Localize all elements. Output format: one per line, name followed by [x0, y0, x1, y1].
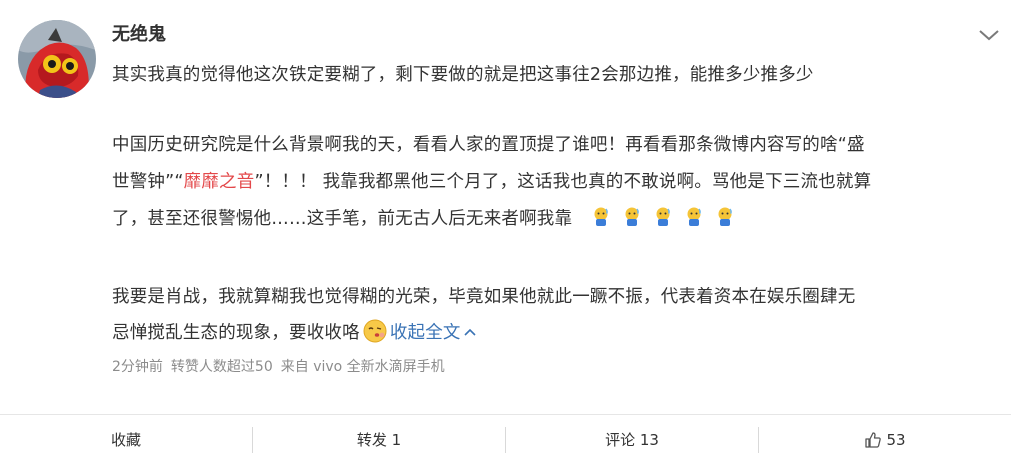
post-paragraph-3-line-1: 我要是肖战，我就算糊我也觉得糊的光荣，毕竟如果他就此一蹶不振，代表着资本在娱乐圈…	[112, 287, 856, 307]
text-segment: ”！！！ 我靠我都黑他三个月了，这话我也真的不敢说啊。骂他是下三流也就算	[254, 172, 872, 192]
thumbs-up-icon	[865, 431, 882, 448]
comment-label: 评论 13	[605, 431, 659, 449]
favorite-button[interactable]: 收藏	[0, 415, 252, 464]
post-paragraph-2-line-2: 世警钟”“靡靡之音”！！！ 我靠我都黑他三个月了，这话我也真的不敢说啊。骂他是下…	[112, 169, 871, 195]
text-segment: 世警钟”“	[112, 172, 184, 192]
text-segment: 了，甚至还很警惕他……这手笔，前无古人后无来者啊我靠	[112, 209, 573, 229]
post-source[interactable]: 来自 vivo 全新水滴屏手机	[281, 359, 445, 375]
text-segment: 忌惮搅乱生态的现象，要收收咯	[112, 323, 360, 343]
favorite-label: 收藏	[110, 431, 141, 449]
action-bar: 收藏 转发 1 评论 13 53	[0, 414, 1011, 464]
reposts-info: 转赞人数超过50	[170, 359, 273, 375]
post-meta: 2分钟前 转赞人数超过50 来自 vivo 全新水滴屏手机	[112, 356, 453, 378]
wink-kiss-emoji-icon	[363, 319, 387, 343]
highlighted-text: 靡靡之音	[183, 172, 255, 192]
sweat-emoji-icon	[594, 207, 608, 226]
sweat-emoji-icon	[656, 207, 670, 226]
username[interactable]: 无绝鬼	[112, 22, 166, 48]
collapse-text-label: 收起全文	[389, 323, 461, 343]
sweat-emoji-icon	[687, 207, 701, 226]
like-button[interactable]: 53	[759, 415, 1011, 464]
post-paragraph-3-line-2: 忌惮搅乱生态的现象，要收收咯 收起全文	[112, 318, 477, 346]
collapse-text-link[interactable]: 收起全文	[390, 323, 477, 343]
avatar[interactable]	[18, 20, 96, 98]
repost-label: 转发 1	[356, 431, 402, 449]
chevron-up-icon	[464, 328, 476, 336]
repost-button[interactable]: 转发 1	[253, 415, 505, 464]
comment-button[interactable]: 评论 13	[506, 415, 758, 464]
chevron-down-icon[interactable]	[974, 24, 1004, 46]
post-time[interactable]: 2分钟前	[112, 359, 163, 375]
post-paragraph-2-line-1: 中国历史研究院是什么背景啊我的天，看看人家的置顶提了谁吧！再看看那条微博内容写的…	[112, 135, 865, 155]
sweat-emoji-icon	[718, 207, 732, 226]
post-paragraph-2-line-3: 了，甚至还很警惕他……这手笔，前无古人后无来者啊我靠	[112, 206, 736, 232]
like-count: 53	[886, 430, 906, 449]
sweat-emoji-icon	[625, 207, 639, 226]
post-paragraph-1: 其实我真的觉得他这次铁定要糊了，剩下要做的就是把这事往2会那边推，能推多少推多少	[112, 65, 814, 85]
